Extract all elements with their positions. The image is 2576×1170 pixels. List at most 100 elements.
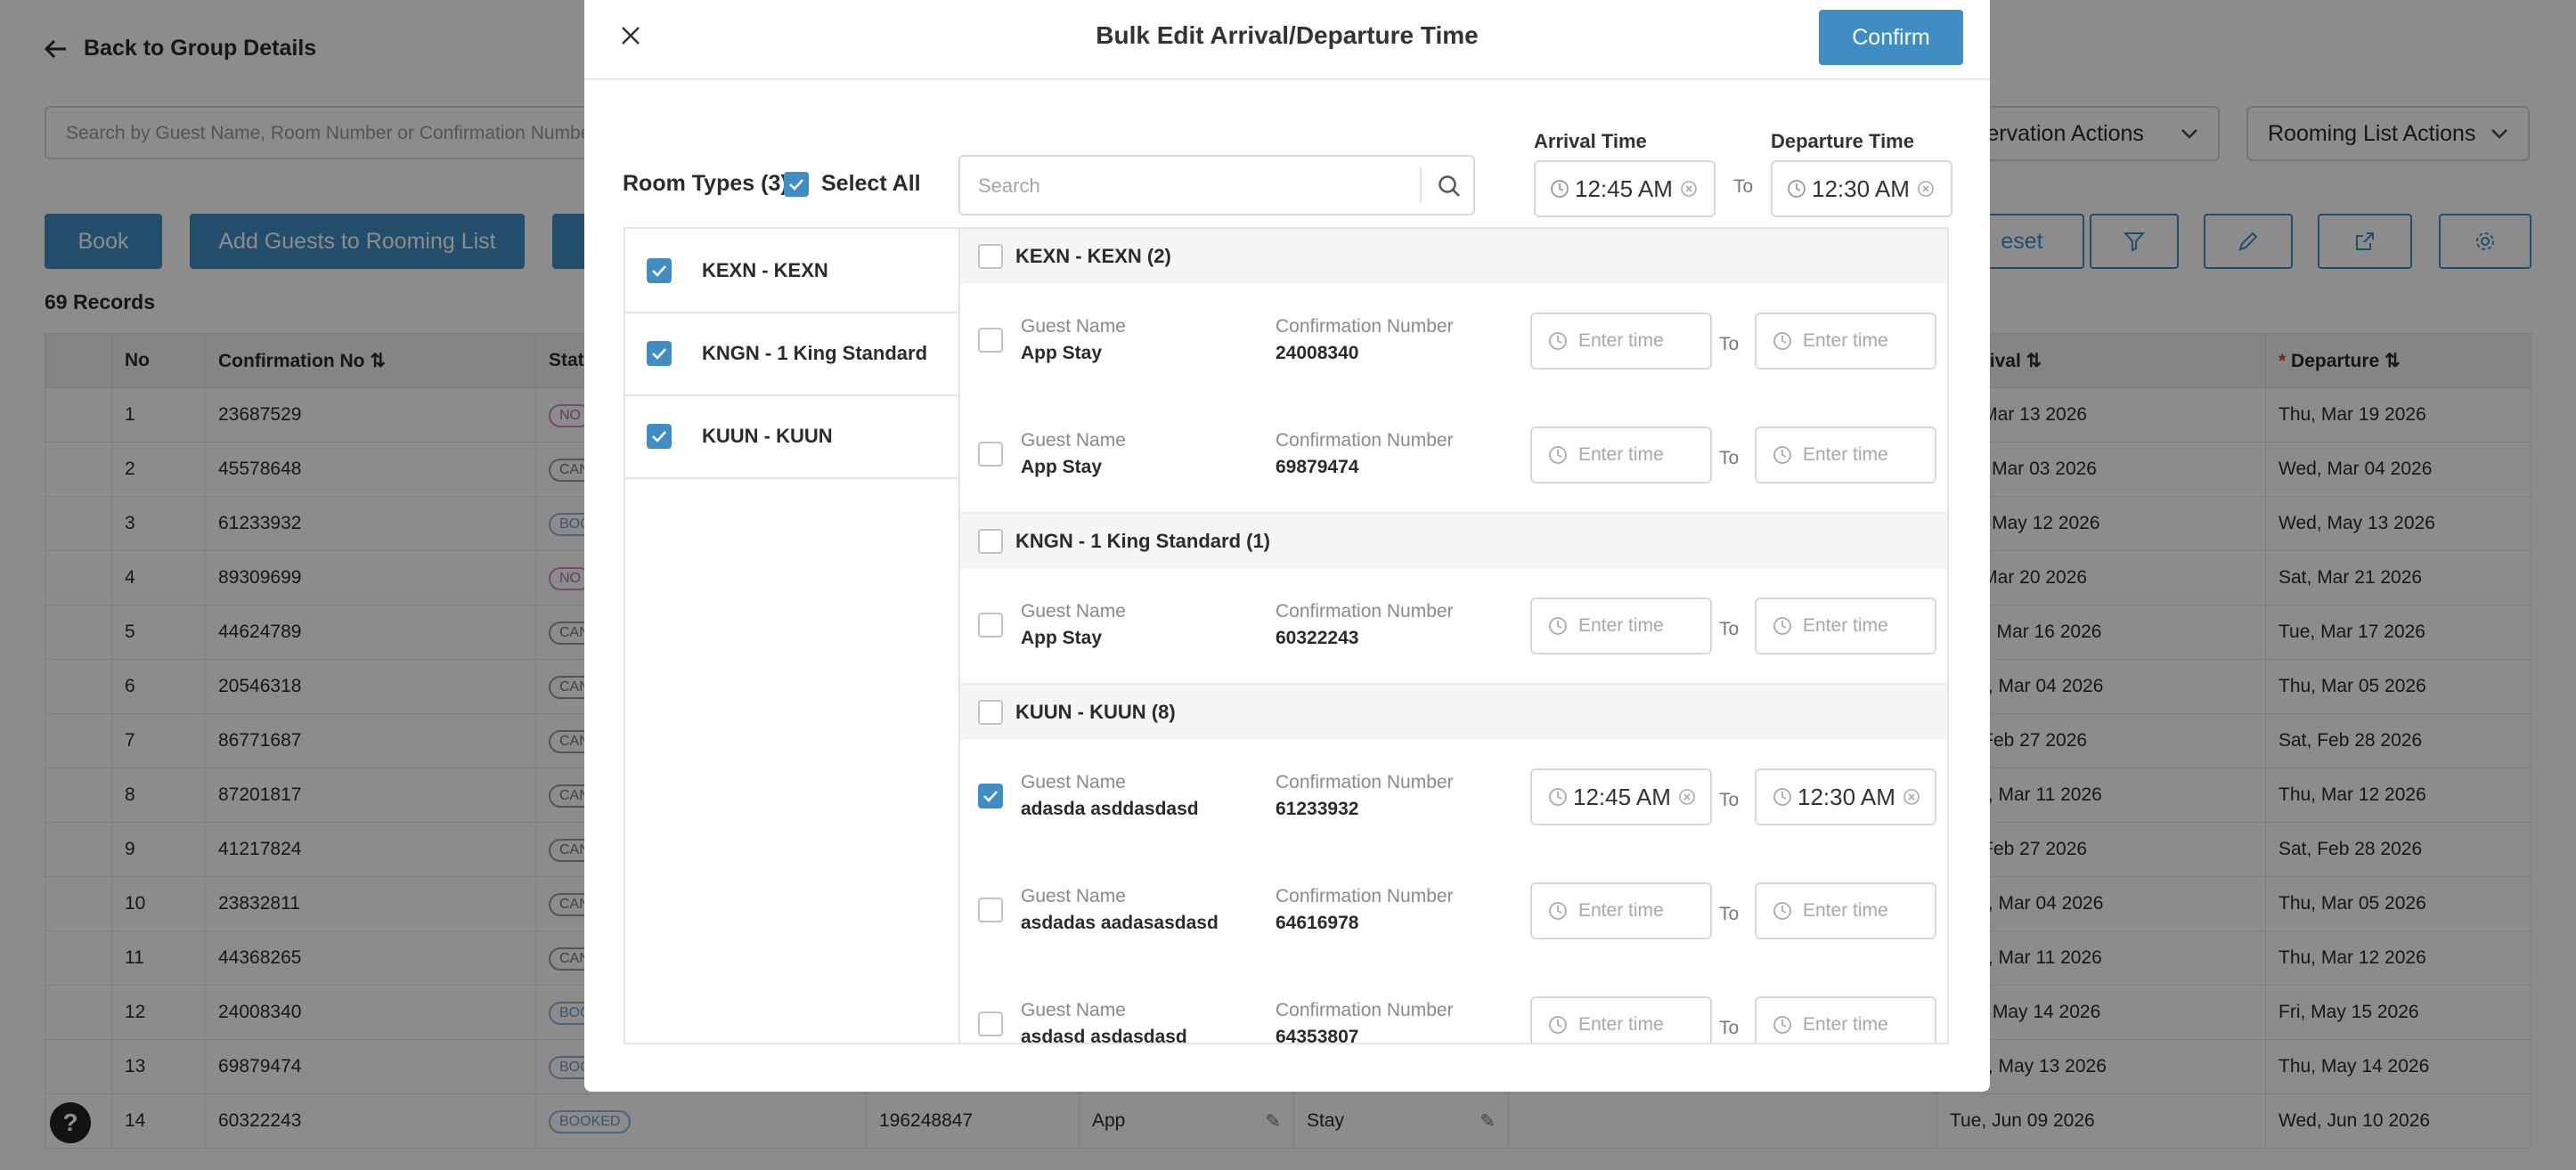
departure-time-input[interactable]: Enter time	[1755, 313, 1936, 370]
room-group-header[interactable]: KNGN - 1 King Standard (1)	[960, 514, 1947, 569]
departure-time-value: 12:30 AM	[1812, 175, 1910, 202]
room-type-item[interactable]: KEXN - KEXN	[625, 229, 958, 313]
arrival-time-label: Arrival Time	[1534, 130, 1647, 152]
departure-time-input[interactable]: Enter time	[1755, 427, 1936, 483]
guest-row: Guest Name App Stay Confirmation Number 240…	[960, 284, 1947, 400]
confirmation-number-label: Confirmation Number	[1276, 1000, 1454, 1020]
arrival-time-input[interactable]: Enter time	[1530, 427, 1712, 483]
guest-name: App Stay	[1021, 628, 1103, 648]
checkbox-unchecked[interactable]	[978, 244, 1003, 269]
to-label: To	[1733, 176, 1754, 197]
guest-name-label: Guest Name	[1021, 1000, 1126, 1020]
room-type-label: KNGN - 1 King Standard	[702, 341, 928, 364]
room-types-label: Room Types (3)	[623, 171, 788, 196]
guest-name: App Stay	[1021, 343, 1103, 363]
clock-icon	[1773, 617, 1791, 635]
departure-time-value: 12:30 AM	[1797, 783, 1895, 810]
time-placeholder: Enter time	[1803, 1014, 1888, 1035]
checkbox-checked[interactable]	[647, 423, 672, 449]
time-placeholder: Enter time	[1578, 900, 1664, 921]
time-placeholder: Enter time	[1803, 444, 1888, 465]
confirm-button[interactable]: Confirm	[1819, 10, 1963, 65]
confirmation-number-label: Confirmation Number	[1276, 601, 1454, 622]
clock-icon	[1549, 902, 1567, 920]
clear-icon[interactable]	[1680, 180, 1698, 198]
guest-filter-search[interactable]: Search	[958, 155, 1475, 215]
bulk-arrival-time-input[interactable]: 12:45 AM	[1534, 160, 1716, 217]
clock-icon	[1549, 446, 1567, 464]
arrival-time-input[interactable]: Enter time	[1530, 996, 1712, 1043]
clock-icon	[1549, 617, 1567, 635]
room-group-label: KUUN - KUUN (8)	[1015, 701, 1176, 723]
checkbox-checked-icon	[784, 171, 809, 197]
select-all-checkbox[interactable]: Select All	[784, 171, 921, 197]
clock-icon	[1773, 446, 1791, 464]
bulk-departure-time-input[interactable]: 12:30 AM	[1771, 160, 1952, 217]
checkbox-checked[interactable]	[647, 340, 672, 366]
guest-name-label: Guest Name	[1021, 316, 1126, 337]
room-group-header[interactable]: KUUN - KUUN (8)	[960, 685, 1947, 740]
checkbox-unchecked[interactable]	[978, 613, 1003, 638]
search-icon[interactable]	[1437, 174, 1462, 199]
guest-name: asdasd asdasdasd	[1021, 1027, 1187, 1044]
guest-row: Guest Name asdadas aadasasdasd Confirmatio…	[960, 854, 1947, 970]
room-type-item[interactable]: KUUN - KUUN	[625, 394, 958, 479]
modal-title: Bulk Edit Arrival/Departure Time	[1096, 21, 1479, 49]
checkbox-checked[interactable]	[978, 784, 1003, 808]
guest-row: Guest Name adasda asddasdasd Confirmation …	[960, 740, 1947, 856]
departure-time-input[interactable]: Enter time	[1755, 996, 1936, 1043]
time-placeholder: Enter time	[1803, 615, 1888, 636]
arrival-time-input[interactable]: Enter time	[1530, 882, 1712, 939]
checkbox-checked[interactable]	[647, 257, 672, 283]
room-type-label: KEXN - KEXN	[702, 258, 828, 281]
arrival-time-input[interactable]: 12:45 AM	[1530, 768, 1712, 825]
clock-icon	[1549, 1016, 1567, 1034]
clock-icon	[1551, 180, 1569, 198]
to-label: To	[1719, 904, 1740, 924]
clear-icon[interactable]	[1917, 180, 1935, 198]
departure-time-input[interactable]: 12:30 AM	[1755, 768, 1936, 825]
room-group-label: KEXN - KEXN (2)	[1015, 245, 1171, 267]
modal-header: Bulk Edit Arrival/Departure Time Confirm	[584, 0, 1990, 80]
guest-name-label: Guest Name	[1021, 886, 1126, 906]
confirmation-number: 64616978	[1276, 913, 1359, 933]
guest-name: App Stay	[1021, 457, 1103, 477]
guest-row: Guest Name asdasd asdasdasd Confirmation N…	[960, 968, 1947, 1044]
guest-time-list: KEXN - KEXN (2) Guest Name App Stay Confirm…	[958, 227, 1949, 1044]
arrival-time-value: 12:45 AM	[1573, 783, 1671, 810]
time-placeholder: Enter time	[1578, 330, 1664, 351]
room-types-list: KEXN - KEXN KNGN - 1 King Standard KUUN - …	[624, 227, 958, 1044]
confirmation-number: 24008340	[1276, 343, 1359, 363]
guest-row: Guest Name App Stay Confirmation Number 698…	[960, 398, 1947, 514]
checkbox-unchecked[interactable]	[978, 700, 1003, 725]
guest-name: asdadas aadasasdasd	[1021, 913, 1219, 933]
clear-icon[interactable]	[1903, 788, 1920, 806]
confirmation-number: 61233932	[1276, 799, 1359, 819]
clock-icon	[1773, 902, 1791, 920]
checkbox-unchecked[interactable]	[978, 1012, 1003, 1036]
time-placeholder: Enter time	[1803, 900, 1888, 921]
confirmation-number: 64353807	[1276, 1027, 1359, 1044]
room-group-header[interactable]: KEXN - KEXN (2)	[960, 229, 1947, 284]
checkbox-unchecked[interactable]	[978, 328, 1003, 353]
checkbox-unchecked[interactable]	[978, 529, 1003, 554]
checkbox-unchecked[interactable]	[978, 442, 1003, 467]
time-placeholder: Enter time	[1578, 1014, 1664, 1035]
to-label: To	[1719, 790, 1740, 810]
bulk-edit-modal: Bulk Edit Arrival/Departure Time Confirm…	[584, 0, 1990, 1092]
room-type-label: KUUN - KUUN	[702, 424, 833, 447]
time-placeholder: Enter time	[1578, 444, 1664, 465]
time-placeholder: Enter time	[1803, 330, 1888, 351]
to-label: To	[1719, 448, 1740, 468]
checkbox-unchecked[interactable]	[978, 898, 1003, 922]
departure-time-input[interactable]: Enter time	[1755, 882, 1936, 939]
to-label: To	[1719, 619, 1740, 639]
clock-icon	[1549, 332, 1567, 350]
guest-row: Guest Name App Stay Confirmation Number 603…	[960, 569, 1947, 685]
arrival-time-input[interactable]: Enter time	[1530, 313, 1712, 370]
arrival-time-input[interactable]: Enter time	[1530, 597, 1712, 654]
room-type-item[interactable]: KNGN - 1 King Standard	[625, 312, 958, 396]
clock-icon	[1549, 788, 1567, 806]
clear-icon[interactable]	[1678, 788, 1696, 806]
departure-time-input[interactable]: Enter time	[1755, 597, 1936, 654]
